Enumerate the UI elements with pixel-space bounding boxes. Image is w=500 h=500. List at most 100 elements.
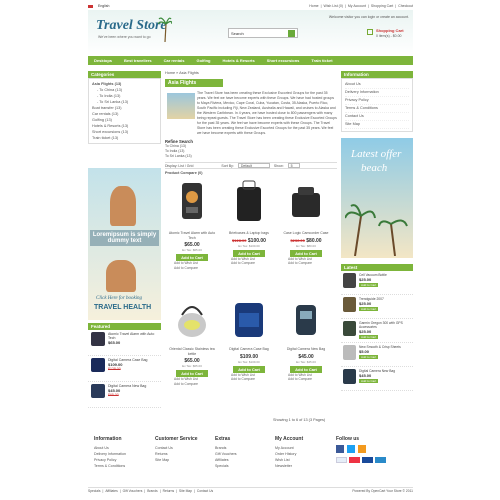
product-image[interactable] [172, 293, 212, 345]
nav-item-hotels[interactable]: Hotels & Resorts [217, 58, 261, 63]
bottom-link[interactable]: Specials [88, 489, 100, 493]
add-to-cart-button[interactable]: Add to Cart [176, 254, 208, 261]
left-promo-banner[interactable]: Loremipsum is simply dummy text Click He… [88, 168, 161, 320]
info-link[interactable]: Terms & Conditions [345, 105, 409, 113]
product-thumbnail[interactable] [343, 297, 356, 312]
nav-item-best-travellers[interactable]: Best travellers [118, 58, 158, 63]
nav-item-train-ticket[interactable]: Train ticket [305, 58, 338, 63]
info-link[interactable]: Site Map [345, 121, 409, 129]
add-to-cart-button[interactable]: Add to Cart [176, 370, 208, 377]
add-to-cart-button[interactable]: Add to Cart [359, 379, 379, 383]
product-old-price: $128.00 [232, 237, 247, 243]
search-input[interactable]: Search [231, 31, 244, 36]
featured-item[interactable]: Digital Camera Case Bag $109.00 $128.00 [88, 356, 161, 382]
add-to-compare-link[interactable]: Add to Compare [174, 382, 219, 387]
footer-link[interactable]: Terms & Conditions [94, 463, 126, 469]
product-name[interactable]: Atomic Travel Alarm with Auto Tech [108, 332, 158, 340]
product-name[interactable]: Digital Camera New Bag [279, 347, 333, 352]
search-icon[interactable] [288, 29, 295, 37]
facebook-icon[interactable] [336, 445, 344, 453]
product-thumbnail[interactable] [343, 369, 356, 384]
breadcrumb[interactable]: Home » Asia Flights [165, 71, 337, 75]
bottom-link[interactable]: Gift Vouchers [123, 489, 143, 493]
product-name[interactable]: Atomic Travel Alarm with Auto Tech [165, 231, 219, 240]
footer-column-extras: Extras Brands Gift Vouchers Affiliates S… [215, 436, 237, 469]
display-toggle[interactable]: Display: List / Grid [165, 164, 193, 168]
top-link-account[interactable]: My Account [348, 4, 366, 8]
show-select[interactable]: 5 [287, 163, 300, 168]
product-thumbnail[interactable] [343, 321, 356, 336]
latest-item[interactable]: Digital Camera New Bag $45.00 Add to Cart [341, 367, 413, 391]
category-item[interactable]: Train ticket (13) [92, 135, 157, 141]
add-to-compare-link[interactable]: Add to Compare [288, 261, 333, 266]
nav-item-desktops[interactable]: Desktops [88, 58, 118, 63]
product-name[interactable]: Garmin Oregon 300 with GPS Accessories [359, 321, 411, 329]
product-old-price: $128.00 [108, 367, 121, 371]
info-link[interactable]: Delivery Information [345, 89, 409, 97]
cart-widget[interactable]: Shopping Cart 0 item(s) - $0.00 [367, 28, 409, 40]
product-image[interactable] [286, 177, 326, 229]
refine-item[interactable]: To Sri Lanka (13) [165, 154, 337, 159]
top-link-wishlist[interactable]: Wish List (0) [324, 4, 343, 8]
top-link-home[interactable]: Home [309, 4, 318, 8]
add-to-cart-button[interactable]: Add to Cart [359, 283, 379, 287]
info-link[interactable]: Contact Us [345, 113, 409, 121]
add-to-compare-link[interactable]: Add to Compare [174, 266, 219, 271]
latest-item[interactable]: Cell Vacuum Bottle $25.00 Add to Cart [341, 271, 413, 295]
nav-item-short-excursions[interactable]: Short excursions [261, 58, 306, 63]
bottom-link[interactable]: Brands [147, 489, 157, 493]
footer-link[interactable]: Newsletter [275, 463, 303, 469]
footer-link[interactable]: Specials [215, 463, 237, 469]
language-label: English [98, 4, 110, 8]
product-image[interactable] [172, 177, 212, 229]
latest-item[interactable]: Garmin Oregon 300 with GPS Accessories $2… [341, 319, 413, 343]
rss-icon[interactable] [358, 445, 366, 453]
product-thumbnail[interactable] [91, 332, 105, 346]
nav-item-golfing[interactable]: Golfing [191, 58, 217, 63]
top-link-checkout[interactable]: Checkout [398, 4, 413, 8]
add-to-cart-button[interactable]: Add to Cart [290, 249, 322, 257]
search-box[interactable]: Search [228, 28, 298, 38]
add-to-cart-button[interactable]: Add to Cart [233, 365, 265, 373]
add-to-cart-button[interactable]: Add to Cart [359, 307, 379, 311]
bottom-link[interactable]: Site Map [179, 489, 192, 493]
product-name[interactable]: Oriental Classic Stainless tea kettle [165, 347, 219, 356]
add-to-cart-button[interactable]: Add to Cart [359, 355, 379, 359]
product-thumbnail[interactable] [343, 345, 356, 360]
add-to-compare-link[interactable]: Add to Compare [231, 377, 276, 382]
product-card: Oriental Classic Stainless tea kettle $6… [165, 293, 219, 406]
add-to-cart-button[interactable]: Add to Cart [359, 335, 379, 339]
featured-item[interactable]: Digital Camera New Bag $45.00 $65.00 [88, 382, 161, 408]
sort-select[interactable]: Default [237, 163, 270, 168]
language-selector[interactable]: English [88, 4, 109, 8]
product-image[interactable] [229, 177, 269, 229]
twitter-icon[interactable] [347, 445, 355, 453]
add-to-compare-link[interactable]: Add to Compare [231, 261, 276, 266]
add-to-cart-button[interactable]: Add to Cart [233, 249, 265, 257]
nav-item-car-rentals[interactable]: Car rentals [158, 58, 191, 63]
paypal-icon [336, 457, 347, 463]
product-thumbnail[interactable] [343, 273, 356, 288]
product-name[interactable]: Briefcases & Laptop bags [222, 231, 276, 236]
info-link[interactable]: About Us [345, 81, 409, 89]
bottom-link[interactable]: Returns [163, 489, 175, 493]
top-link-cart[interactable]: Shopping Cart [371, 4, 393, 8]
product-compare-link[interactable]: Product Compare (0) [165, 171, 337, 175]
add-to-cart-button[interactable]: Add to Cart [290, 365, 322, 373]
footer-link[interactable]: Site Map [155, 457, 198, 463]
product-image[interactable] [229, 293, 269, 345]
product-name[interactable]: Case Logic Camcorder Case [279, 231, 333, 236]
latest-item[interactable]: Trendguide 2007 $25.00 Add to Cart [341, 295, 413, 319]
bottom-link[interactable]: Affiliates [105, 489, 117, 493]
info-link[interactable]: Privacy Policy [345, 97, 409, 105]
right-promo-banner[interactable]: Latest offer beach [341, 138, 413, 258]
bottom-link[interactable]: Contact Us [197, 489, 213, 493]
featured-item[interactable]: Atomic Travel Alarm with Auto Tech $65.0… [88, 330, 161, 356]
add-to-compare-link[interactable]: Add to Compare [288, 377, 333, 382]
latest-item[interactable]: New Smooth & Crisp Sheets $5.00 Add to Car… [341, 343, 413, 367]
product-image[interactable] [286, 293, 326, 345]
product-thumbnail[interactable] [91, 384, 105, 398]
product-thumbnail[interactable] [91, 358, 105, 372]
product-name[interactable]: Digital Camera Case Bag [222, 347, 276, 352]
site-logo[interactable]: Travel Store [96, 18, 167, 34]
